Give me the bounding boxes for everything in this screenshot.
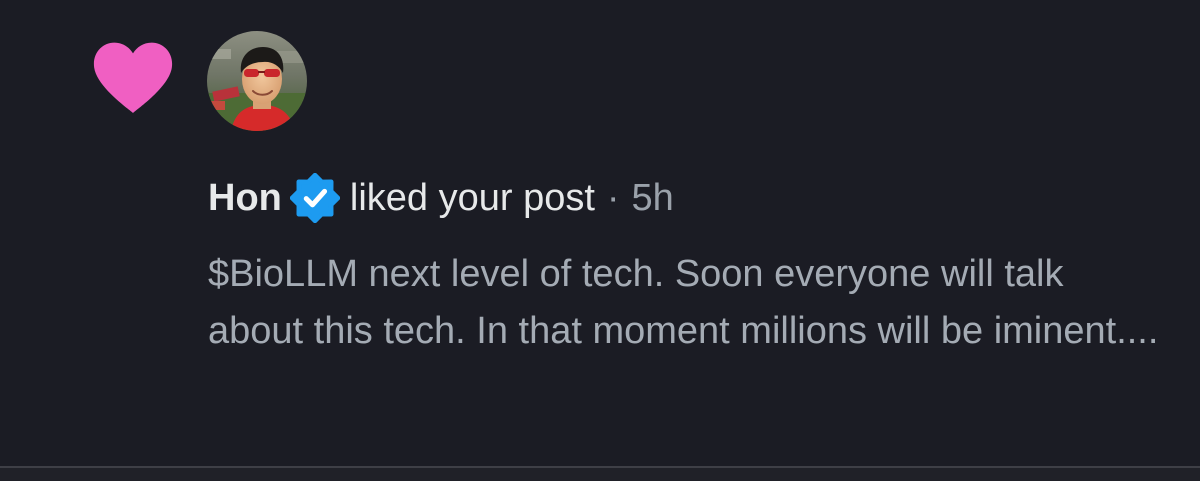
timestamp: 5h — [631, 177, 674, 219]
like-notification[interactable]: Hon liked your post · 5h $BioLLM next le… — [0, 0, 1200, 466]
notification-headline: Hon liked your post · 5h — [208, 170, 674, 226]
separator-dot: · — [606, 177, 620, 219]
verified-badge-icon — [289, 173, 340, 223]
action-text: liked your post — [349, 177, 595, 219]
avatar[interactable] — [207, 31, 307, 131]
next-notification-edge — [0, 468, 1200, 481]
username[interactable]: Hon — [208, 170, 282, 226]
post-text[interactable]: $BioLLM next level of tech. Soon everyon… — [208, 246, 1168, 360]
heart-icon — [93, 42, 173, 113]
